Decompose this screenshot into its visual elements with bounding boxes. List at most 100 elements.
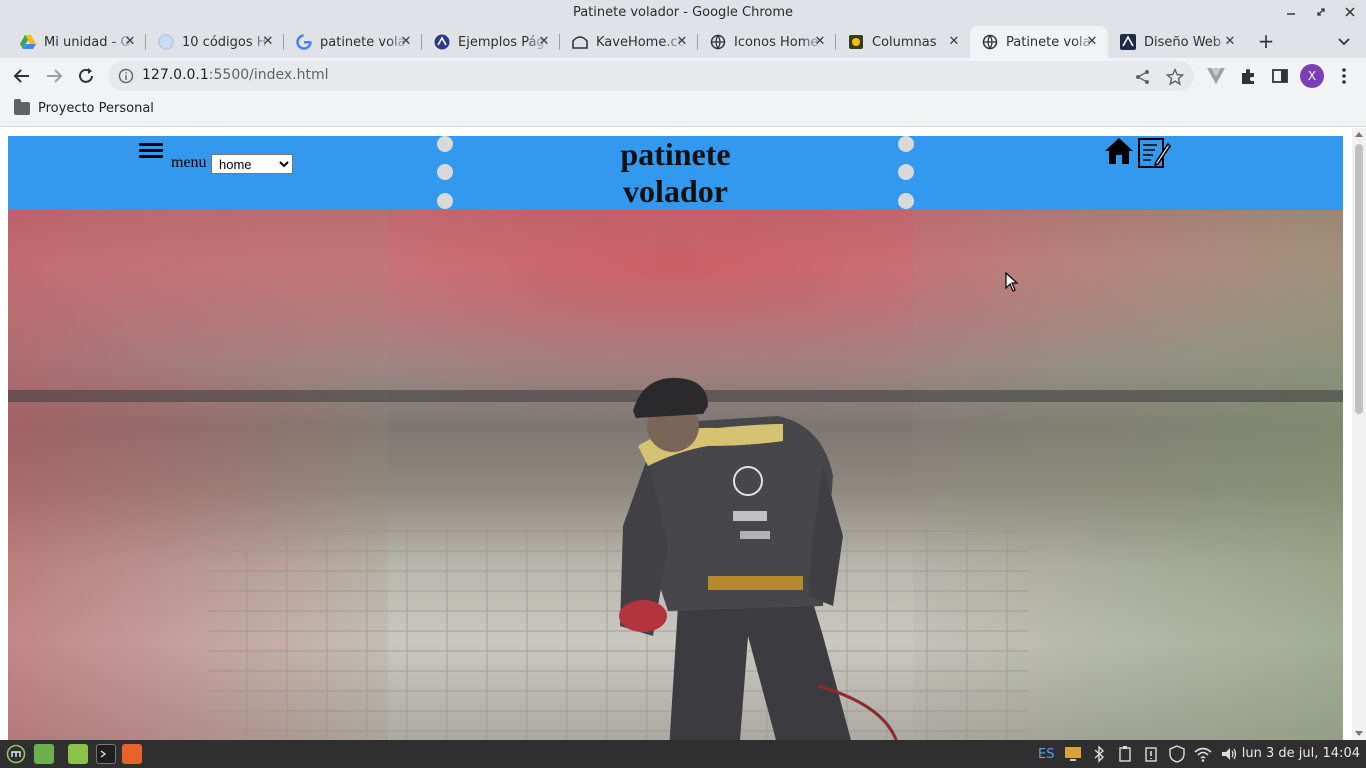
tab-title: Ejemplos Páginas [458,34,548,50]
tab-close-icon[interactable]: ✕ [1084,34,1100,50]
start-menu-icon[interactable] [6,744,26,764]
chevron-down-icon [1338,38,1350,46]
maximize-button[interactable] [1311,3,1331,23]
window-titlebar: Patinete volador - Google Chrome [0,0,1366,26]
globe-icon [982,34,998,50]
display-icon[interactable] [1064,745,1082,763]
folder-icon [14,99,30,115]
volume-icon[interactable] [1220,745,1238,763]
share-icon[interactable] [1134,68,1152,86]
wifi-icon[interactable] [1194,745,1212,763]
url-path: :5500/index.html [208,67,329,83]
url-text: 127.0.0.1:5500/index.html [142,67,329,83]
bluetooth-icon[interactable] [1090,745,1108,763]
tab-title: Diseño Web [1144,34,1222,50]
diseno-web-icon [1120,34,1136,50]
tab-patinete-volador-active[interactable]: Patinete volador ✕ [970,26,1108,58]
tab-close-icon[interactable]: ✕ [946,34,962,50]
home-icon[interactable] [1104,136,1134,166]
restore-icon [1317,8,1325,16]
window-title: Patinete volador - Google Chrome [572,5,794,20]
shield-icon[interactable] [1168,745,1186,763]
scroll-up-icon[interactable] [1355,132,1363,137]
decorative-dots-left [437,136,453,210]
tab-10-codigos[interactable]: 10 códigos HTML ✕ [146,26,284,58]
globe-icon [710,34,726,50]
back-button[interactable] [10,64,34,88]
arrow-right-icon [47,69,63,83]
keyboard-layout-indicator[interactable]: ES [1038,747,1054,762]
kavehome-icon [572,34,588,50]
reload-icon [79,68,93,83]
tab-close-icon[interactable]: ✕ [260,34,276,50]
profile-avatar[interactable]: X [1300,64,1324,88]
scrollbar-thumb[interactable] [1355,144,1363,414]
tab-diseno-web[interactable]: Diseño Web ✕ [1108,26,1246,58]
clipboard-icon[interactable] [1116,745,1134,763]
bookmarks-bar: Proyecto Personal [0,94,1366,127]
tab-close-icon[interactable]: ✕ [122,34,138,50]
show-desktop-icon[interactable] [34,744,54,764]
site-title-line2: volador [623,173,728,209]
tab-close-icon[interactable]: ✕ [1222,34,1238,50]
tab-search-button[interactable] [1334,31,1354,51]
tab-close-icon[interactable]: ✕ [674,34,690,50]
minimize-icon [1287,13,1295,15]
tab-title: patinete volador [320,34,410,50]
close-icon [1345,7,1355,17]
tab-ejemplos-paginas[interactable]: Ejemplos Páginas ✕ [422,26,560,58]
google-drive-icon [20,34,36,50]
terminal-icon[interactable] [96,744,116,764]
tab-title: 10 códigos HTML [182,34,272,50]
google-icon [296,34,312,50]
tab-strip: Mi unidad - Google Drive ✕ 10 códigos HT… [0,26,1366,58]
menu-label: menu [171,154,207,171]
hero-image [8,210,1343,740]
tab-close-icon[interactable]: ✕ [398,34,414,50]
bookmark-label: Proyecto Personal [38,101,154,116]
tab-title: Mi unidad - Google Drive [44,34,134,50]
arrow-left-icon [13,69,29,83]
side-panel-icon[interactable] [1270,66,1290,86]
firefox-icon[interactable] [122,744,142,764]
bookmark-star-icon[interactable] [1165,67,1185,86]
system-clock[interactable]: lun 3 de jul, 14:04 [1242,746,1360,761]
os-taskbar: ES lun 3 de jul, 14:04 [0,740,1366,768]
mouse-cursor-icon [1005,272,1019,292]
tab-title: Iconos Home [734,34,819,50]
update-manager-icon[interactable] [1142,745,1160,763]
extensions-icon[interactable] [1238,66,1258,86]
url-host: 127.0.0.1 [142,67,209,83]
system-tray: ES [1038,740,1246,768]
minimize-button[interactable] [1281,3,1301,23]
notes-edit-icon[interactable] [1137,136,1172,170]
site-title-line1: patinete [620,136,731,172]
scroll-down-icon[interactable] [1355,731,1363,736]
new-tab-button[interactable]: + [1255,31,1277,53]
page-viewport: menu home patinete volador [0,128,1366,740]
page-scrollbar[interactable] [1352,128,1366,740]
forward-button[interactable] [42,64,66,88]
hamburger-icon[interactable] [139,140,163,164]
tab-title: KaveHome.com [596,34,686,50]
reload-button[interactable] [74,64,98,88]
files-folder-icon[interactable] [68,744,88,764]
menu-select[interactable]: home [211,154,293,174]
close-window-button[interactable] [1340,3,1360,23]
tab-columnas[interactable]: Columnas ✕ [836,26,970,58]
tab-close-icon[interactable]: ✕ [536,34,552,50]
tab-mi-unidad[interactable]: Mi unidad - Google Drive ✕ [8,26,146,58]
vue-devtools-icon[interactable] [1206,66,1226,86]
address-bar[interactable]: 127.0.0.1:5500/index.html [108,61,1194,91]
info-icon[interactable] [118,68,134,84]
nuxt-icon [434,34,450,50]
tab-patinete-search[interactable]: patinete volador ✕ [284,26,422,58]
tab-close-icon[interactable]: ✕ [812,34,828,50]
globe-icon [158,34,174,50]
site-title: patinete volador [548,136,803,210]
chrome-menu-button[interactable] [1334,66,1354,86]
columnas-icon [848,34,864,50]
tab-iconos-home[interactable]: Iconos Home ✕ [698,26,836,58]
tab-kavehome[interactable]: KaveHome.com ✕ [560,26,698,58]
bookmark-proyecto-personal[interactable]: Proyecto Personal [14,99,154,116]
